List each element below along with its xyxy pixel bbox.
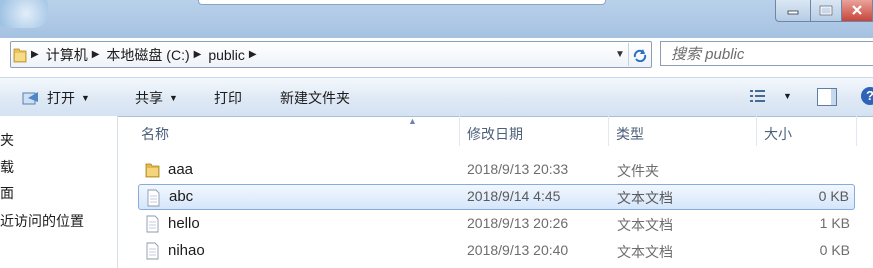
chevron-down-icon: ▼ [783,91,792,101]
share-label: 共享 [135,90,163,106]
file-row[interactable]: hello 2018/9/13 20:26 文本文档 1 KB [138,211,855,237]
history-dropdown-icon[interactable]: ▼ [612,49,628,60]
new-folder-button[interactable]: 新建文件夹 [280,88,350,108]
nav-item-desktop[interactable]: 面 [0,183,14,203]
file-size: 0 KB [819,242,850,258]
file-row[interactable]: nihao 2018/9/13 20:40 文本文档 0 KB [138,238,855,264]
maximize-button[interactable] [811,0,842,22]
breadcrumb-separator[interactable]: ▶ [31,49,39,60]
text-file-icon [147,189,160,207]
file-row[interactable]: aaa 2018/9/13 20:33 文件夹 [138,157,855,183]
text-file-icon [146,242,159,260]
sort-ascending-icon: ▲ [408,116,417,126]
minimize-button[interactable] [775,0,811,22]
share-button[interactable]: 共享 ▼ [135,88,178,108]
new-folder-label: 新建文件夹 [280,90,350,106]
file-name: nihao [168,242,205,259]
maximize-icon [819,5,833,16]
file-name: aaa [168,161,194,178]
window-controls [775,0,873,22]
preview-pane-button[interactable] [817,88,837,106]
breadcrumb-local-disk[interactable]: 本地磁盘 (C:) [106,45,189,65]
open-button[interactable]: 打开 ▼ [22,88,90,108]
file-size: 1 KB [819,215,850,231]
nav-item-recent-places[interactable]: 近访问的位置 [0,211,84,231]
open-label: 打开 [47,90,75,106]
file-modified: 2018/9/13 20:26 [467,215,569,231]
column-divider[interactable] [756,116,757,146]
nav-item-favorites[interactable]: 夹 [0,130,14,150]
open-icon [22,92,38,105]
search-box[interactable]: 搜索 public [660,41,873,66]
text-file-icon [146,215,159,233]
command-bar: 打开 ▼ 共享 ▼ 打印 新建文件夹 ▼ ? [0,77,873,117]
column-divider[interactable] [608,116,609,146]
breadcrumb-separator[interactable]: ▶ [249,49,257,60]
refresh-button[interactable] [628,43,651,66]
title-area [198,0,606,5]
view-list-icon [750,90,765,102]
print-label: 打印 [214,90,242,106]
column-divider[interactable] [856,116,857,146]
print-button[interactable]: 打印 [214,88,242,108]
column-divider[interactable] [459,116,460,146]
file-type: 文本文档 [617,217,673,233]
column-header-type[interactable]: 类型 [616,124,644,144]
breadcrumb-separator[interactable]: ▶ [194,49,202,60]
nav-item-downloads[interactable]: 载 [0,157,14,177]
address-bar[interactable]: ▶ 计算机 ▶ 本地磁盘 (C:) ▶ public ▶ ▼ [10,41,652,68]
search-input[interactable]: 搜索 public [671,43,744,64]
file-row-selected[interactable]: abc 2018/9/14 4:45 文本文档 0 KB [138,184,855,210]
file-type: 文本文档 [617,190,673,206]
navigation-pane: 夹 载 面 近访问的位置 [0,116,117,268]
close-icon [852,5,862,15]
help-button[interactable]: ? [861,87,873,105]
folder-icon [13,48,27,62]
file-name: abc [169,188,194,205]
file-modified: 2018/9/13 20:33 [467,161,569,177]
file-type: 文本文档 [617,244,673,260]
title-bar [0,0,873,38]
file-modified: 2018/9/14 4:45 [467,188,561,204]
column-header-size[interactable]: 大小 [764,124,792,144]
folder-icon [145,163,160,178]
file-name: hello [168,215,200,232]
breadcrumb-public[interactable]: public [208,47,245,63]
file-type: 文件夹 [617,163,659,179]
column-header-row: ▲ 名称 修改日期 类型 大小 [118,116,873,146]
column-header-name[interactable]: 名称 [141,124,169,144]
refresh-icon [633,48,647,62]
minimize-icon [787,10,799,15]
breadcrumb-separator[interactable]: ▶ [92,49,100,60]
close-button[interactable] [842,0,873,22]
view-options-button[interactable]: ▼ [749,88,792,104]
window-icon [0,0,48,28]
file-size: 0 KB [818,188,849,204]
breadcrumb-computer[interactable]: 计算机 [46,45,88,65]
column-header-modified[interactable]: 修改日期 [467,124,523,144]
chevron-down-icon: ▼ [81,93,90,103]
file-modified: 2018/9/13 20:40 [467,242,569,258]
chevron-down-icon: ▼ [169,93,178,103]
